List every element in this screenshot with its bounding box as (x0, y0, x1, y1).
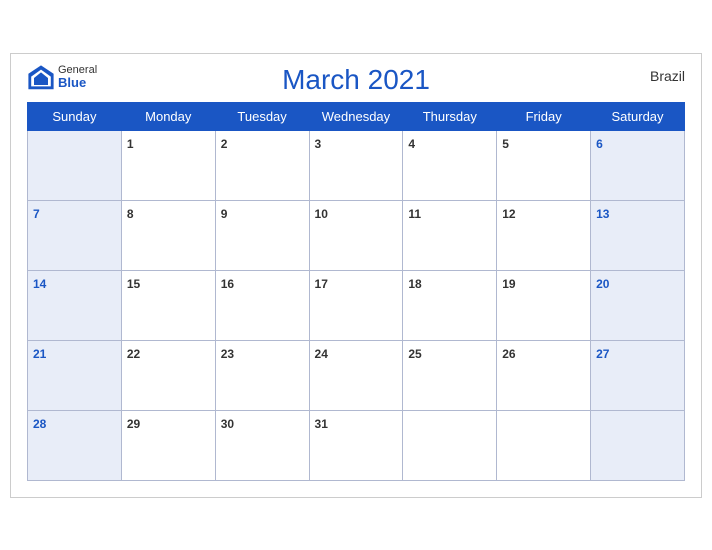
calendar-day-cell: 14 (28, 270, 122, 340)
calendar-day-cell: 12 (497, 200, 591, 270)
day-number: 14 (33, 277, 46, 291)
calendar-day-cell: 8 (121, 200, 215, 270)
day-number: 7 (33, 207, 40, 221)
calendar-day-cell: 31 (309, 410, 403, 480)
calendar-table: Sunday Monday Tuesday Wednesday Thursday… (27, 102, 685, 481)
calendar-day-cell: 23 (215, 340, 309, 410)
calendar-body: 1234567891011121314151617181920212223242… (28, 130, 685, 480)
calendar-day-cell: 15 (121, 270, 215, 340)
calendar-week-1: 1 2 3 4 5 6 (28, 130, 685, 200)
calendar-day-cell: 22 (121, 340, 215, 410)
header-friday: Friday (497, 102, 591, 130)
logo-text: General Blue (58, 64, 97, 90)
calendar-day-cell: 10 (309, 200, 403, 270)
day-number: 17 (315, 277, 328, 291)
calendar-day-cell (591, 410, 685, 480)
calendar-day-cell: 1 (121, 130, 215, 200)
calendar-header: General Blue March 2021 Brazil (27, 64, 685, 96)
calendar-day-cell: 21 (28, 340, 122, 410)
day-number: 25 (408, 347, 421, 361)
calendar-day-cell: 2 (215, 130, 309, 200)
day-number: 22 (127, 347, 140, 361)
country-label: Brazil (650, 68, 685, 84)
logo-blue-text: Blue (58, 76, 97, 90)
calendar-day-cell: 27 (591, 340, 685, 410)
logo-icon (27, 64, 55, 92)
day-number: 27 (596, 347, 609, 361)
month-title: March 2021 (282, 64, 430, 96)
calendar-day-cell: 7 (28, 200, 122, 270)
day-number: 24 (315, 347, 328, 361)
header-sunday: Sunday (28, 102, 122, 130)
calendar-day-cell: 19 (497, 270, 591, 340)
calendar-day-cell: 29 (121, 410, 215, 480)
calendar: General Blue March 2021 Brazil Sunday Mo… (10, 53, 702, 498)
calendar-day-cell: 9 (215, 200, 309, 270)
logo-area: General Blue (27, 64, 97, 92)
day-number: 1 (127, 137, 134, 151)
day-number: 30 (221, 417, 234, 431)
calendar-week-5: 28 29 30 31 (28, 410, 685, 480)
calendar-day-cell: 6 (591, 130, 685, 200)
day-number: 26 (502, 347, 515, 361)
calendar-day-cell: 17 (309, 270, 403, 340)
day-number: 19 (502, 277, 515, 291)
day-number: 31 (315, 417, 328, 431)
header-thursday: Thursday (403, 102, 497, 130)
day-number: 21 (33, 347, 46, 361)
day-number: 12 (502, 207, 515, 221)
calendar-day-cell (28, 130, 122, 200)
calendar-day-cell: 28 (28, 410, 122, 480)
day-number: 28 (33, 417, 46, 431)
header-saturday: Saturday (591, 102, 685, 130)
calendar-day-cell: 26 (497, 340, 591, 410)
weekday-header-row: Sunday Monday Tuesday Wednesday Thursday… (28, 102, 685, 130)
day-number: 13 (596, 207, 609, 221)
calendar-day-cell: 13 (591, 200, 685, 270)
calendar-day-cell: 24 (309, 340, 403, 410)
day-number: 16 (221, 277, 234, 291)
calendar-day-cell: 11 (403, 200, 497, 270)
day-number: 10 (315, 207, 328, 221)
calendar-day-cell: 16 (215, 270, 309, 340)
calendar-day-cell: 30 (215, 410, 309, 480)
day-number: 8 (127, 207, 134, 221)
calendar-day-cell: 18 (403, 270, 497, 340)
day-number: 2 (221, 137, 228, 151)
calendar-day-cell: 5 (497, 130, 591, 200)
day-number: 23 (221, 347, 234, 361)
day-number: 18 (408, 277, 421, 291)
calendar-week-2: 7 8 9 10 11 12 13 (28, 200, 685, 270)
calendar-day-cell: 4 (403, 130, 497, 200)
header-wednesday: Wednesday (309, 102, 403, 130)
header-tuesday: Tuesday (215, 102, 309, 130)
calendar-day-cell: 3 (309, 130, 403, 200)
day-number: 15 (127, 277, 140, 291)
day-number: 29 (127, 417, 140, 431)
calendar-day-cell: 20 (591, 270, 685, 340)
day-number: 9 (221, 207, 228, 221)
day-number: 4 (408, 137, 415, 151)
calendar-day-cell: 25 (403, 340, 497, 410)
day-number: 5 (502, 137, 509, 151)
day-number: 20 (596, 277, 609, 291)
calendar-week-4: 21 22 23 24 25 26 27 (28, 340, 685, 410)
day-number: 6 (596, 137, 603, 151)
calendar-day-cell (403, 410, 497, 480)
calendar-day-cell (497, 410, 591, 480)
header-monday: Monday (121, 102, 215, 130)
day-number: 11 (408, 207, 421, 221)
day-number: 3 (315, 137, 322, 151)
calendar-week-3: 14 15 16 17 18 19 20 (28, 270, 685, 340)
